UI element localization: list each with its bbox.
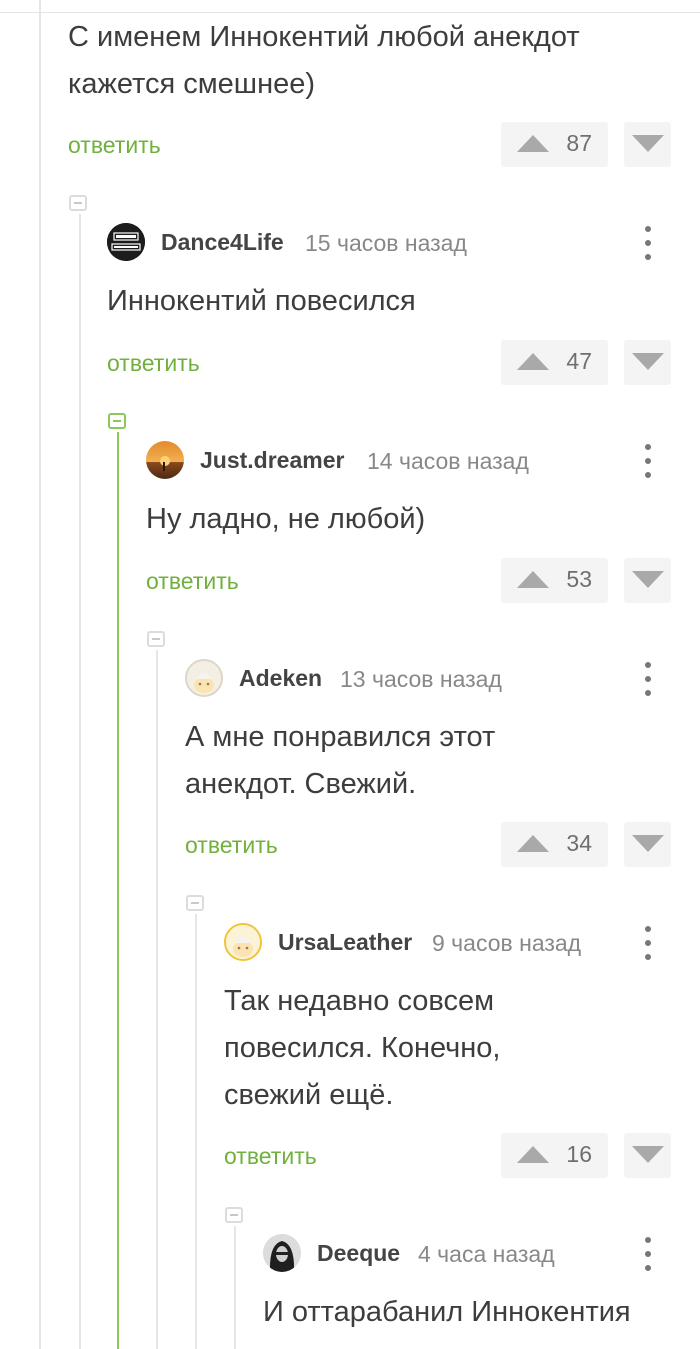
reply-link[interactable]: ответить	[185, 832, 278, 859]
kebab-menu-icon[interactable]	[638, 1237, 658, 1271]
default-avatar-image	[187, 661, 221, 695]
triangle-down-icon	[632, 353, 664, 370]
default-avatar-image	[226, 925, 260, 959]
avatar	[224, 923, 262, 961]
comment-time: 13 часов назад	[340, 666, 502, 692]
reply-link[interactable]: ответить	[146, 568, 239, 595]
triangle-up-icon	[517, 1146, 549, 1163]
comment-text: Так недавно совсем повесился. Конечно, с…	[224, 985, 501, 1111]
vote-count: 34	[566, 830, 592, 856]
triangle-up-icon	[517, 135, 549, 152]
collapse-toggle[interactable]	[108, 413, 126, 429]
reply-link[interactable]: ответить	[224, 1143, 317, 1170]
comment-username[interactable]: Adeken	[239, 665, 322, 692]
avatar	[263, 1234, 301, 1272]
thread-line-level-2	[117, 432, 119, 1349]
vote-count: 53	[566, 566, 592, 592]
upvote-button[interactable]: 34	[501, 822, 608, 867]
avatar	[107, 223, 145, 261]
upvote-button[interactable]: 16	[501, 1133, 608, 1178]
comment-time: 9 часов назад	[432, 930, 582, 956]
thread-line-level-4	[195, 914, 197, 1349]
depeche-mode-logo	[107, 223, 145, 261]
kebab-menu-icon[interactable]	[638, 226, 658, 260]
triangle-up-icon	[517, 835, 549, 852]
collapse-toggle[interactable]	[225, 1207, 243, 1223]
upvote-button[interactable]: 53	[501, 558, 608, 603]
root-reply-link[interactable]: ответить	[68, 132, 161, 159]
kebab-menu-icon[interactable]	[638, 926, 658, 960]
comment-username[interactable]: Deeque	[317, 1240, 400, 1267]
triangle-down-icon	[632, 571, 664, 588]
upvote-button[interactable]: 47	[501, 340, 608, 385]
downvote-button[interactable]	[624, 1133, 671, 1178]
downvote-button[interactable]	[624, 340, 671, 385]
comment-username[interactable]: Dance4Life	[161, 229, 284, 256]
triangle-down-icon	[632, 1146, 664, 1163]
triangle-down-icon	[632, 835, 664, 852]
comment-username[interactable]: Just.dreamer	[200, 447, 344, 474]
sunset-avatar-image	[146, 441, 184, 479]
triangle-up-icon	[517, 353, 549, 370]
thread-line-level-3	[156, 650, 158, 1349]
kebab-menu-icon[interactable]	[638, 662, 658, 696]
comment-time: 15 часов назад	[305, 230, 467, 256]
vote-count: 16	[566, 1141, 592, 1167]
triangle-down-icon	[632, 135, 664, 152]
comment-text: Иннокентий повесился	[107, 285, 416, 317]
comment-text: Ну ладно, не любой)	[146, 503, 426, 535]
comment-time: 4 часа назад	[418, 1241, 555, 1267]
root-upvote-button[interactable]: 87	[501, 122, 608, 167]
downvote-button[interactable]	[624, 558, 671, 603]
comment-username[interactable]: UrsaLeather	[278, 929, 412, 956]
thread-line-level-0	[39, 0, 41, 1349]
vote-count: 47	[566, 348, 592, 374]
collapse-toggle[interactable]	[69, 195, 87, 211]
avatar	[146, 441, 184, 479]
comment-text: А мне понравился этот анекдот. Свежий.	[185, 721, 496, 800]
thread-line-level-5	[234, 1226, 236, 1349]
reply-link[interactable]: ответить	[107, 350, 200, 377]
vote-count: 87	[566, 130, 592, 156]
comment-time: 14 часов назад	[367, 448, 529, 474]
root-comment-text: С именем Иннокентий любой анекдот кажетс…	[68, 21, 580, 100]
thread-line-level-1	[79, 214, 81, 1349]
root-downvote-button[interactable]	[624, 122, 671, 167]
comment-text: И оттарабанил Иннокентия	[263, 1296, 631, 1328]
collapse-toggle[interactable]	[186, 895, 204, 911]
top-edge	[0, 0, 700, 13]
avatar	[185, 659, 223, 697]
collapse-toggle[interactable]	[147, 631, 165, 647]
downvote-button[interactable]	[624, 822, 671, 867]
kebab-menu-icon[interactable]	[638, 444, 658, 478]
triangle-up-icon	[517, 571, 549, 588]
portrait-avatar-image	[263, 1234, 301, 1272]
